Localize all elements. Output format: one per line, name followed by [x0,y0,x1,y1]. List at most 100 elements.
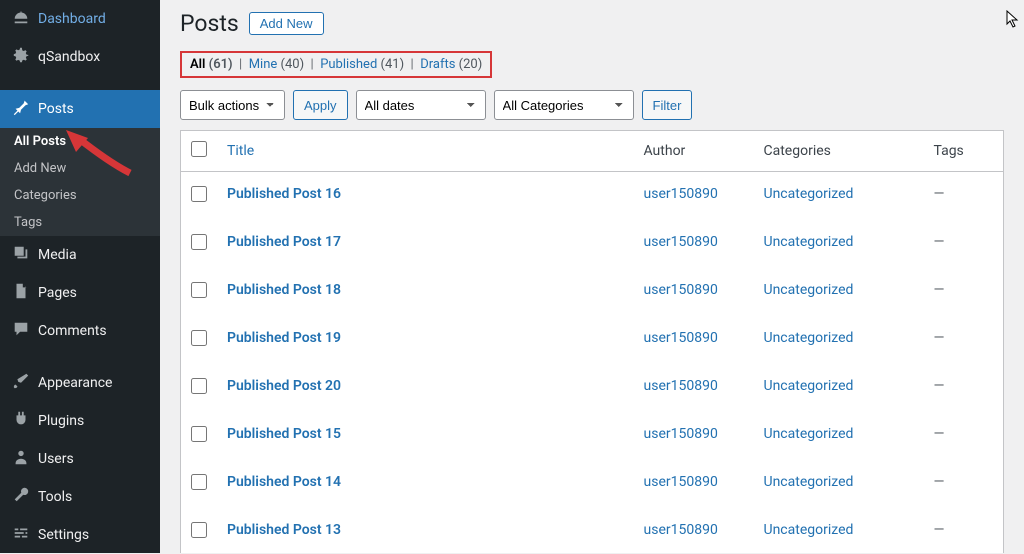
comment-icon [12,320,30,342]
date-filter-select[interactable]: All dates [356,90,486,120]
main-content: Posts Add New All (61) | Mine (40) | Pub… [160,0,1024,553]
menu-item-pages[interactable]: Pages [0,274,160,312]
menu-label: Comments [38,323,107,339]
dashboard-icon [12,8,30,30]
post-tags: — [924,460,1004,508]
filter-button[interactable]: Filter [642,90,693,120]
post-category-link[interactable]: Uncategorized [764,282,854,298]
submenu-categories[interactable]: Categories [0,182,160,209]
menu-label: qSandbox [38,49,100,65]
post-title-link[interactable]: Published Post 15 [227,426,341,442]
wrench-icon [12,486,30,508]
post-category-link[interactable]: Uncategorized [764,330,854,346]
sliders-icon [12,524,30,546]
row-checkbox[interactable] [191,234,207,250]
menu-item-tools[interactable]: Tools [0,478,160,516]
post-title-link[interactable]: Published Post 13 [227,522,341,538]
posts-table: Title Author Categories Tags Published P… [180,130,1004,553]
post-author-link[interactable]: user150890 [644,234,718,250]
post-category-link[interactable]: Uncategorized [764,378,854,394]
post-author-link[interactable]: user150890 [644,474,718,490]
page-heading: Posts Add New [180,10,1004,37]
add-new-button[interactable]: Add New [249,12,324,35]
menu-item-posts[interactable]: Posts [0,90,160,128]
filter-mine[interactable]: Mine (40) [249,57,304,72]
post-author-link[interactable]: user150890 [644,186,718,202]
post-author-link[interactable]: user150890 [644,378,718,394]
post-author-link[interactable]: user150890 [644,522,718,538]
post-title-link[interactable]: Published Post 19 [227,330,341,346]
row-checkbox[interactable] [191,330,207,346]
post-title-link[interactable]: Published Post 17 [227,234,341,250]
col-title[interactable]: Title [217,131,634,172]
col-author: Author [634,131,754,172]
submenu-tags[interactable]: Tags [0,209,160,236]
menu-item-settings[interactable]: Settings [0,516,160,554]
select-all-checkbox[interactable] [191,141,207,157]
filter-all[interactable]: All (61) [190,57,233,72]
category-filter-select[interactable]: All Categories [494,90,634,120]
gear-icon [12,46,30,68]
submenu-add-new[interactable]: Add New [0,155,160,182]
post-category-link[interactable]: Uncategorized [764,186,854,202]
row-checkbox[interactable] [191,282,207,298]
menu-item-users[interactable]: Users [0,440,160,478]
post-title-link[interactable]: Published Post 20 [227,378,341,394]
post-tags: — [924,412,1004,460]
menu-item-appearance[interactable]: Appearance [0,364,160,402]
table-row: Published Post 13 user150890 Uncategorized… [181,508,1004,553]
menu-separator [0,76,160,90]
post-author-link[interactable]: user150890 [644,330,718,346]
post-tags: — [924,364,1004,412]
plugin-icon [12,410,30,432]
menu-separator [0,350,160,364]
table-row: Published Post 15 user150890 Uncategorized… [181,412,1004,460]
brush-icon [12,372,30,394]
post-title-link[interactable]: Published Post 16 [227,186,341,202]
media-icon [12,244,30,266]
post-author-link[interactable]: user150890 [644,282,718,298]
table-row: Published Post 17 user150890 Uncategorized… [181,220,1004,268]
menu-label: Plugins [38,413,84,429]
post-category-link[interactable]: Uncategorized [764,522,854,538]
menu-item-comments[interactable]: Comments [0,312,160,350]
row-checkbox[interactable] [191,378,207,394]
table-row: Published Post 20 user150890 Uncategorized… [181,364,1004,412]
post-tags: — [924,508,1004,553]
post-category-link[interactable]: Uncategorized [764,426,854,442]
menu-label: Pages [38,285,77,301]
menu-label: Tools [38,489,72,505]
user-icon [12,448,30,470]
row-checkbox[interactable] [191,186,207,202]
menu-item-media[interactable]: Media [0,236,160,274]
menu-item-dashboard[interactable]: Dashboard [0,0,160,38]
row-checkbox[interactable] [191,426,207,442]
posts-submenu: All Posts Add New Categories Tags [0,128,160,236]
table-row: Published Post 19 user150890 Uncategorized… [181,316,1004,364]
menu-label: Users [38,451,74,467]
row-checkbox[interactable] [191,522,207,538]
menu-label: Appearance [38,375,112,391]
filter-drafts[interactable]: Drafts (20) [420,57,482,72]
table-row: Published Post 14 user150890 Uncategorized… [181,460,1004,508]
post-category-link[interactable]: Uncategorized [764,234,854,250]
tablenav-top: Bulk actions Apply All dates All Categor… [180,90,1004,120]
post-tags: — [924,268,1004,316]
post-category-link[interactable]: Uncategorized [764,474,854,490]
submenu-all-posts[interactable]: All Posts [0,128,160,155]
status-filter-bar: All (61) | Mine (40) | Published (41) | … [180,51,492,78]
col-checkbox [181,131,218,172]
filter-published[interactable]: Published (41) [320,57,404,72]
menu-item-plugins[interactable]: Plugins [0,402,160,440]
post-title-link[interactable]: Published Post 14 [227,474,341,490]
post-title-link[interactable]: Published Post 18 [227,282,341,298]
page-icon [12,282,30,304]
bulk-actions-select[interactable]: Bulk actions [180,90,285,120]
menu-item-qsandbox[interactable]: qSandbox [0,38,160,76]
apply-button[interactable]: Apply [293,90,348,120]
menu-label: Posts [38,101,74,117]
table-row: Published Post 16 user150890 Uncategorized… [181,172,1004,221]
row-checkbox[interactable] [191,474,207,490]
menu-label: Dashboard [38,11,106,27]
post-author-link[interactable]: user150890 [644,426,718,442]
